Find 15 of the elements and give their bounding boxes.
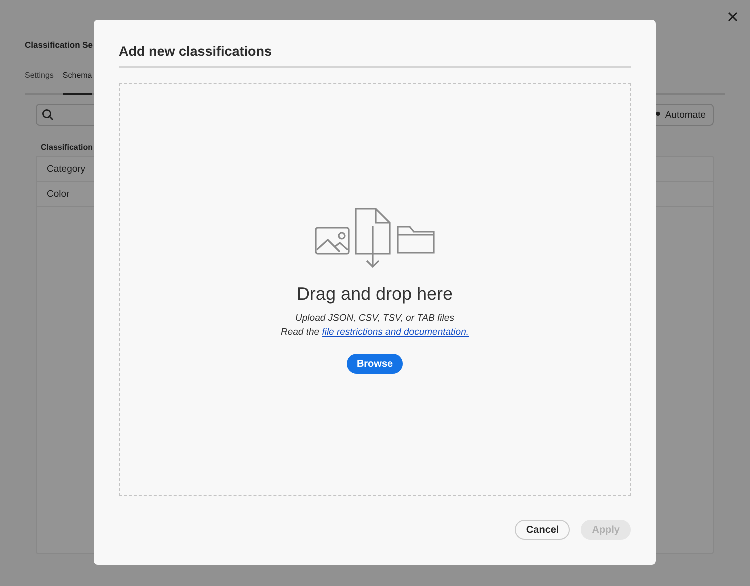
drop-heading: Drag and drop here [296,284,454,305]
column-header: Classification [41,142,94,154]
drop-zone[interactable]: Drag and drop here Upload JSON, CSV, TSV, or TAB files Read the file restrictions and documentation. Browse [119,83,631,496]
close-icon[interactable] [728,12,738,22]
documentation-note: Read the file restrictions and documentation. [280,327,469,338]
browse-button[interactable]: Browse [346,354,404,374]
documentation-link[interactable]: file restrictions and documentation. [322,327,469,338]
tab[interactable]: Settings [25,69,54,95]
tab[interactable]: Schema [62,69,92,95]
file-types-hint: Upload JSON, CSV, TSV, or TAB files [296,313,454,324]
page-title: Classification Se [25,39,94,52]
dialog-button[interactable]: Cancel [515,520,570,540]
dialog-title: Add new classifications [119,44,631,68]
file-types-icon [315,208,435,270]
search-icon [42,109,54,121]
